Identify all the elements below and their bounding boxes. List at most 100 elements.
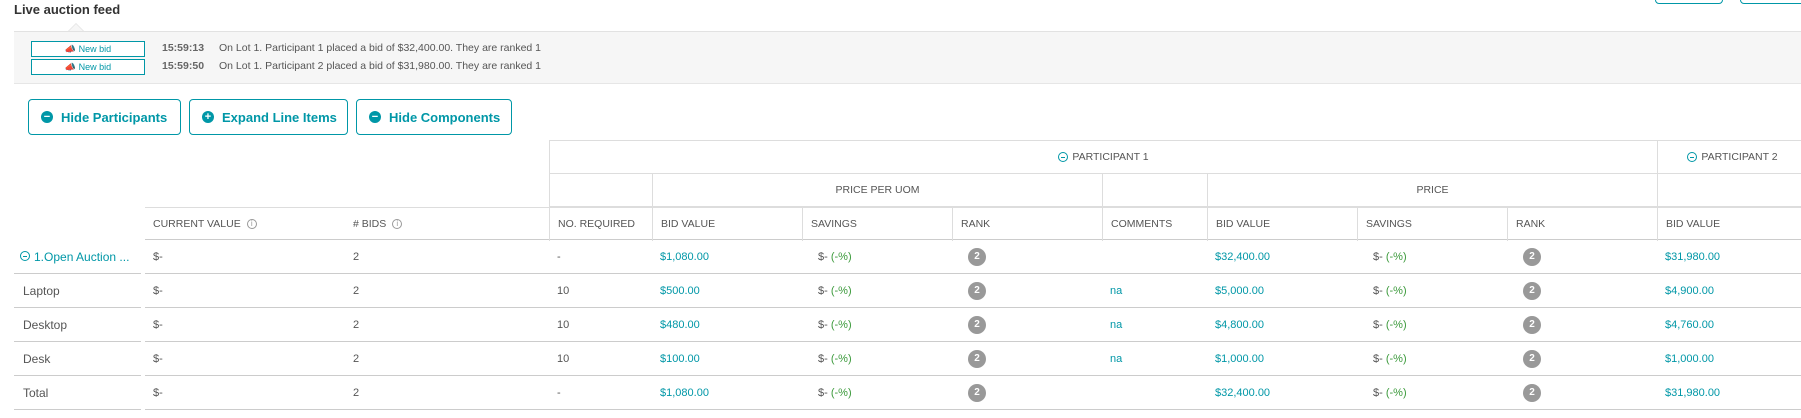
cell-price-bid: $1,000.00 — [1207, 342, 1357, 376]
cell-price-bid: $4,800.00 — [1207, 308, 1357, 342]
rank-badge: 2 — [1523, 282, 1541, 301]
cell-uom-savings: $- (-%) — [802, 240, 952, 274]
cell-current: $- — [145, 376, 345, 410]
cell-price-rank: 2 — [1507, 240, 1657, 274]
cell-required: - — [549, 240, 652, 274]
col-no-required: NO. REQUIRED — [549, 208, 652, 241]
cell-uom-bid: $1,080.00 — [652, 240, 802, 274]
feed-entry: 📣 New bid 15:59:50 On Lot 1. Participant… — [14, 59, 1801, 75]
plus-circle-icon: + — [202, 111, 214, 123]
top-action-button[interactable] — [1655, 0, 1723, 4]
rank-badge: 2 — [1523, 248, 1541, 267]
cell-p2-bid: $31,980.00 — [1657, 376, 1801, 410]
cell-required: 10 — [549, 342, 652, 376]
cell-price-savings: $- (-%) — [1357, 342, 1507, 376]
col-bid-value-price: BID VALUE — [1207, 208, 1357, 241]
col-bids: # BIDS i — [345, 208, 549, 241]
feed-time: 15:59:50 — [162, 60, 205, 72]
megaphone-icon: 📣 — [64, 62, 77, 72]
cell-uom-bid: $500.00 — [652, 274, 802, 308]
cell-uom-rank: 2 — [952, 274, 1102, 308]
cell-comment: na — [1102, 308, 1207, 342]
cell-uom-rank: 2 — [952, 342, 1102, 376]
rank-badge: 2 — [968, 350, 986, 369]
cell-comment — [1102, 240, 1207, 274]
participant-1-header[interactable]: PARTICIPANT 1 — [549, 140, 1657, 174]
hide-components-button[interactable]: − Hide Components — [356, 99, 512, 135]
live-auction-feed-title: Live auction feed — [14, 2, 121, 17]
cell-price-savings: $- (-%) — [1357, 240, 1507, 274]
cell-price-savings: $- (-%) — [1357, 274, 1507, 308]
feed-caret — [68, 23, 84, 31]
cell-uom-savings: $- (-%) — [802, 342, 952, 376]
minus-circle-icon: − — [369, 111, 381, 123]
col-current-value: CURRENT VALUE i — [145, 208, 345, 241]
total-label: Total — [14, 376, 141, 410]
collapse-icon — [1058, 152, 1069, 162]
cell-price-rank: 2 — [1507, 376, 1657, 410]
live-auction-feed: 📣 New bid 15:59:13 On Lot 1. Participant… — [14, 31, 1801, 84]
cell-required: - — [549, 376, 652, 410]
cell-price-savings: $- (-%) — [1357, 308, 1507, 342]
rank-badge: 2 — [968, 282, 986, 301]
cell-uom-bid: $1,080.00 — [652, 376, 802, 410]
cell-bids: 2 — [345, 376, 549, 410]
rank-badge: 2 — [1523, 350, 1541, 369]
new-bid-badge: 📣 New bid — [31, 41, 145, 57]
info-icon[interactable]: i — [392, 219, 403, 230]
cell-price-bid: $5,000.00 — [1207, 274, 1357, 308]
top-action-button-2[interactable] — [1740, 0, 1801, 4]
col-bid-value: BID VALUE — [652, 208, 802, 241]
rank-badge: 2 — [968, 248, 986, 267]
cell-comment — [1102, 376, 1207, 410]
cell-uom-rank: 2 — [952, 376, 1102, 410]
cell-uom-savings: $- (-%) — [802, 376, 952, 410]
cell-comment: na — [1102, 274, 1207, 308]
rank-badge: 2 — [968, 316, 986, 335]
group-spacer — [1657, 174, 1801, 207]
col-rank-price: RANK — [1507, 208, 1657, 241]
cell-current: $- — [145, 274, 345, 308]
megaphone-icon: 📣 — [64, 44, 77, 54]
table-row: Laptop $- 2 10 $500.00 $- (-%) 2 na $5,0… — [0, 274, 1801, 308]
hide-participants-button[interactable]: − Hide Participants — [28, 99, 181, 135]
expand-line-items-button[interactable]: + Expand Line Items — [189, 99, 348, 135]
table-row: 1.Open Auction ... $- 2 - $1,080.00 $- (… — [0, 240, 1801, 274]
cell-price-rank: 2 — [1507, 308, 1657, 342]
cell-uom-rank: 2 — [952, 240, 1102, 274]
cell-price-bid: $32,400.00 — [1207, 240, 1357, 274]
table-row: Total $- 2 - $1,080.00 $- (-%) 2 $32,400… — [0, 376, 1801, 410]
cell-bids: 2 — [345, 240, 549, 274]
cell-p2-bid: $4,900.00 — [1657, 274, 1801, 308]
cell-p2-bid: $31,980.00 — [1657, 240, 1801, 274]
cell-required: 10 — [549, 274, 652, 308]
table-row: Desk $- 2 10 $100.00 $- (-%) 2 na $1,000… — [0, 342, 1801, 376]
table-row: Desktop $- 2 10 $480.00 $- (-%) 2 na $4,… — [0, 308, 1801, 342]
col-savings-price: SAVINGS — [1357, 208, 1507, 241]
minus-circle-icon: − — [41, 111, 53, 123]
cell-current: $- — [145, 342, 345, 376]
cell-bids: 2 — [345, 342, 549, 376]
cell-uom-savings: $- (-%) — [802, 308, 952, 342]
feed-message: On Lot 1. Participant 1 placed a bid of … — [219, 42, 542, 54]
collapse-icon[interactable] — [20, 251, 30, 261]
cell-current: $- — [145, 240, 345, 274]
cell-comment: na — [1102, 342, 1207, 376]
cell-uom-bid: $480.00 — [652, 308, 802, 342]
new-bid-badge: 📣 New bid — [31, 59, 145, 75]
cell-p2-bid: $4,760.00 — [1657, 308, 1801, 342]
participant-2-header[interactable]: PARTICIPANT 2 — [1657, 140, 1801, 174]
cell-price-bid: $32,400.00 — [1207, 376, 1357, 410]
cell-required: 10 — [549, 308, 652, 342]
col-savings: SAVINGS — [802, 208, 952, 241]
line-item-label: Laptop — [14, 274, 141, 308]
feed-time: 15:59:13 — [162, 42, 205, 54]
cell-current: $- — [145, 308, 345, 342]
cell-bids: 2 — [345, 274, 549, 308]
column-header-row: CURRENT VALUE i # BIDS i NO. REQUIRED BID … — [145, 207, 1801, 241]
cell-price-rank: 2 — [1507, 274, 1657, 308]
info-icon[interactable]: i — [246, 219, 257, 230]
lot-name-link[interactable]: 1.Open Auction ... — [14, 240, 141, 274]
line-item-label: Desk — [14, 342, 141, 376]
cell-p2-bid: $1,000.00 — [1657, 342, 1801, 376]
